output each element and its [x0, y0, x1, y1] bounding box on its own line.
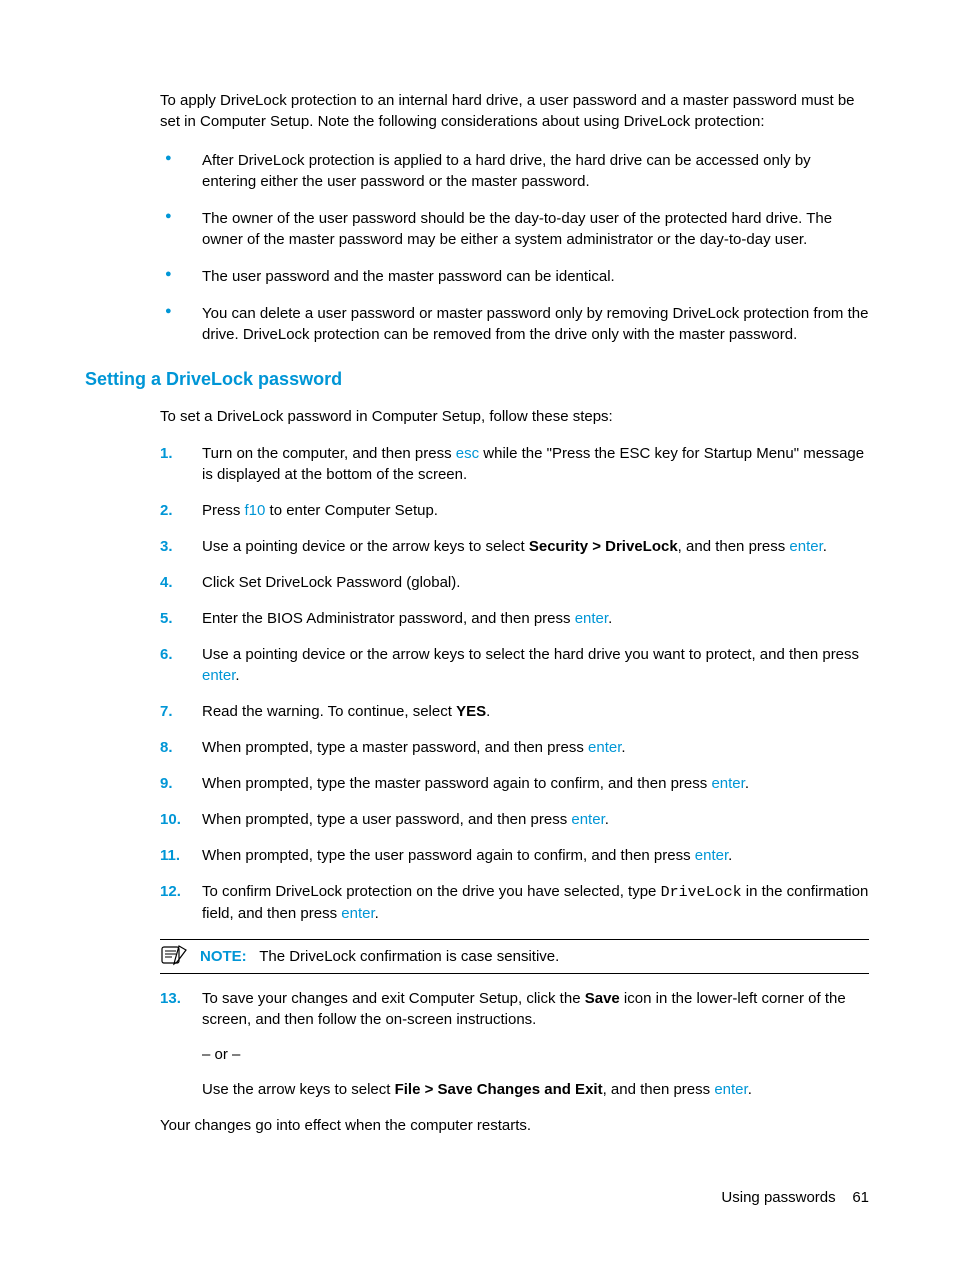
steps-list: Turn on the computer, and then press esc…	[160, 443, 869, 924]
key-f10: f10	[245, 502, 266, 519]
step-6: Use a pointing device or the arrow keys …	[160, 644, 869, 686]
page-footer: Using passwords 61	[721, 1187, 869, 1208]
step-8: When prompted, type a master password, a…	[160, 737, 869, 758]
key-enter: enter	[789, 538, 822, 555]
closing-text: Your changes go into effect when the com…	[160, 1115, 869, 1136]
step-13: To save your changes and exit Computer S…	[160, 988, 869, 1100]
step-11: When prompted, type the user password ag…	[160, 845, 869, 866]
key-enter: enter	[695, 847, 728, 864]
note-text: The DriveLock confirmation is case sensi…	[259, 948, 559, 965]
step-5: Enter the BIOS Administrator password, a…	[160, 608, 869, 629]
step-text: .	[745, 775, 749, 792]
step-text: Use a pointing device or the arrow keys …	[202, 646, 859, 663]
bold-text: YES	[456, 703, 486, 720]
step-text: .	[486, 703, 490, 720]
key-enter: enter	[202, 667, 235, 684]
step-text: Read the warning. To continue, select	[202, 703, 456, 720]
step-9: When prompted, type the master password …	[160, 773, 869, 794]
steps-list-cont: To save your changes and exit Computer S…	[160, 988, 869, 1100]
step-text: .	[823, 538, 827, 555]
step-text: .	[235, 667, 239, 684]
step-text: .	[605, 811, 609, 828]
step-text: When prompted, type the master password …	[202, 775, 711, 792]
list-item: After DriveLock protection is applied to…	[160, 150, 869, 192]
step-text: When prompted, type a master password, a…	[202, 739, 588, 756]
step-4: Click Set DriveLock Password (global).	[160, 572, 869, 593]
step-alt: Use the arrow keys to select File > Save…	[202, 1079, 869, 1100]
lead-paragraph: To set a DriveLock password in Computer …	[160, 406, 869, 427]
note-label: NOTE:	[200, 948, 247, 965]
key-enter: enter	[711, 775, 744, 792]
key-esc: esc	[456, 445, 479, 462]
step-text: to enter Computer Setup.	[265, 502, 438, 519]
step-text: .	[748, 1081, 752, 1098]
step-or: – or –	[202, 1044, 869, 1065]
section-heading: Setting a DriveLock password	[85, 367, 869, 392]
mono-text: DriveLock	[661, 884, 742, 901]
step-text: When prompted, type the user password ag…	[202, 847, 695, 864]
step-7: Read the warning. To continue, select YE…	[160, 701, 869, 722]
considerations-list: After DriveLock protection is applied to…	[160, 150, 869, 345]
page-content: To apply DriveLock protection to an inte…	[0, 0, 954, 1136]
bold-text: Security > DriveLock	[529, 538, 678, 555]
step-text: To confirm DriveLock protection on the d…	[202, 883, 661, 900]
step-text: .	[728, 847, 732, 864]
step-text: Enter the BIOS Administrator password, a…	[202, 610, 575, 627]
bold-text: Save	[585, 990, 620, 1007]
step-text: Press	[202, 502, 245, 519]
step-text: , and then press	[603, 1081, 715, 1098]
key-enter: enter	[714, 1081, 747, 1098]
list-item: The owner of the user password should be…	[160, 208, 869, 250]
bold-text: File > Save Changes and Exit	[395, 1081, 603, 1098]
key-enter: enter	[575, 610, 608, 627]
note-box: NOTE: The DriveLock confirmation is case…	[160, 939, 869, 974]
step-text: .	[375, 905, 379, 922]
intro-paragraph: To apply DriveLock protection to an inte…	[160, 90, 869, 132]
step-2: Press f10 to enter Computer Setup.	[160, 500, 869, 521]
note-text	[251, 948, 259, 965]
step-text: When prompted, type a user password, and…	[202, 811, 571, 828]
key-enter: enter	[588, 739, 621, 756]
list-item: The user password and the master passwor…	[160, 266, 869, 287]
step-text: , and then press	[678, 538, 790, 555]
footer-section: Using passwords	[721, 1189, 835, 1206]
step-text: .	[608, 610, 612, 627]
list-item: You can delete a user password or master…	[160, 303, 869, 345]
step-text: .	[621, 739, 625, 756]
step-10: When prompted, type a user password, and…	[160, 809, 869, 830]
step-text: Use a pointing device or the arrow keys …	[202, 538, 529, 555]
step-text: Use the arrow keys to select	[202, 1081, 395, 1098]
key-enter: enter	[341, 905, 374, 922]
step-12: To confirm DriveLock protection on the d…	[160, 881, 869, 924]
step-3: Use a pointing device or the arrow keys …	[160, 536, 869, 557]
step-text: Turn on the computer, and then press	[202, 445, 456, 462]
note-icon	[160, 944, 188, 966]
footer-page-number: 61	[852, 1189, 869, 1206]
step-text: To save your changes and exit Computer S…	[202, 990, 585, 1007]
key-enter: enter	[571, 811, 604, 828]
step-1: Turn on the computer, and then press esc…	[160, 443, 869, 485]
